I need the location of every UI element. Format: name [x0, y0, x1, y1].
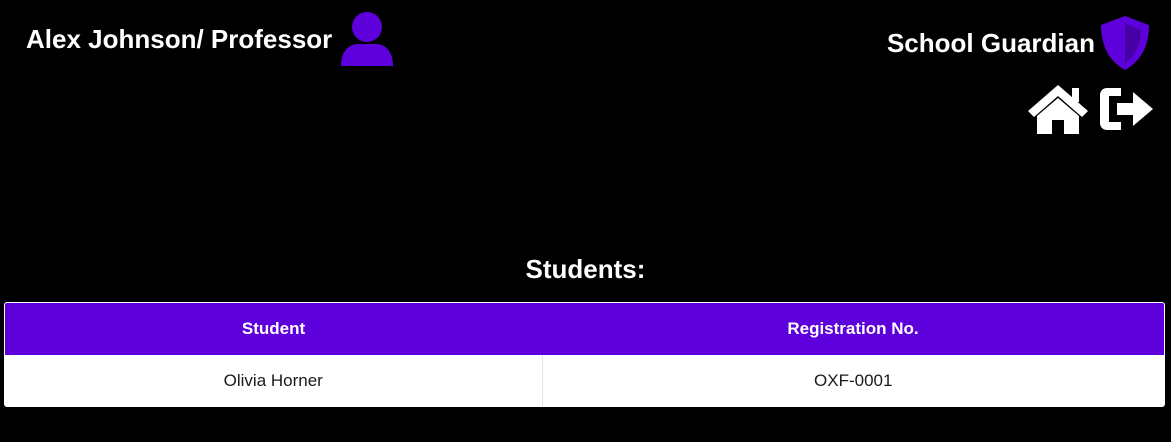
user-name-role: Alex Johnson/ Professor [26, 23, 333, 54]
shield-icon [1101, 16, 1149, 70]
nav-icons [1025, 82, 1155, 136]
table-row: Olivia Horner OXF-0001 [5, 355, 1164, 406]
home-icon[interactable] [1025, 82, 1091, 136]
user-icon [341, 12, 394, 66]
user-info: Alex Johnson/ Professor [26, 10, 396, 68]
sign-out-icon[interactable] [1097, 84, 1155, 134]
page: Alex Johnson/ Professor School Guardian … [0, 0, 1171, 442]
brand: School Guardian [887, 14, 1153, 72]
brand-name: School Guardian [886, 27, 1095, 58]
column-header-student: Student [5, 303, 542, 355]
students-table: Student Registration No. Olivia Horner O… [4, 302, 1165, 407]
table-header-row: Student Registration No. [5, 303, 1164, 355]
cell-registration-no: OXF-0001 [542, 355, 1164, 406]
students-title: Students: [525, 254, 646, 284]
cell-student-name: Olivia Horner [5, 355, 543, 406]
column-header-registration: Registration No. [542, 303, 1164, 355]
